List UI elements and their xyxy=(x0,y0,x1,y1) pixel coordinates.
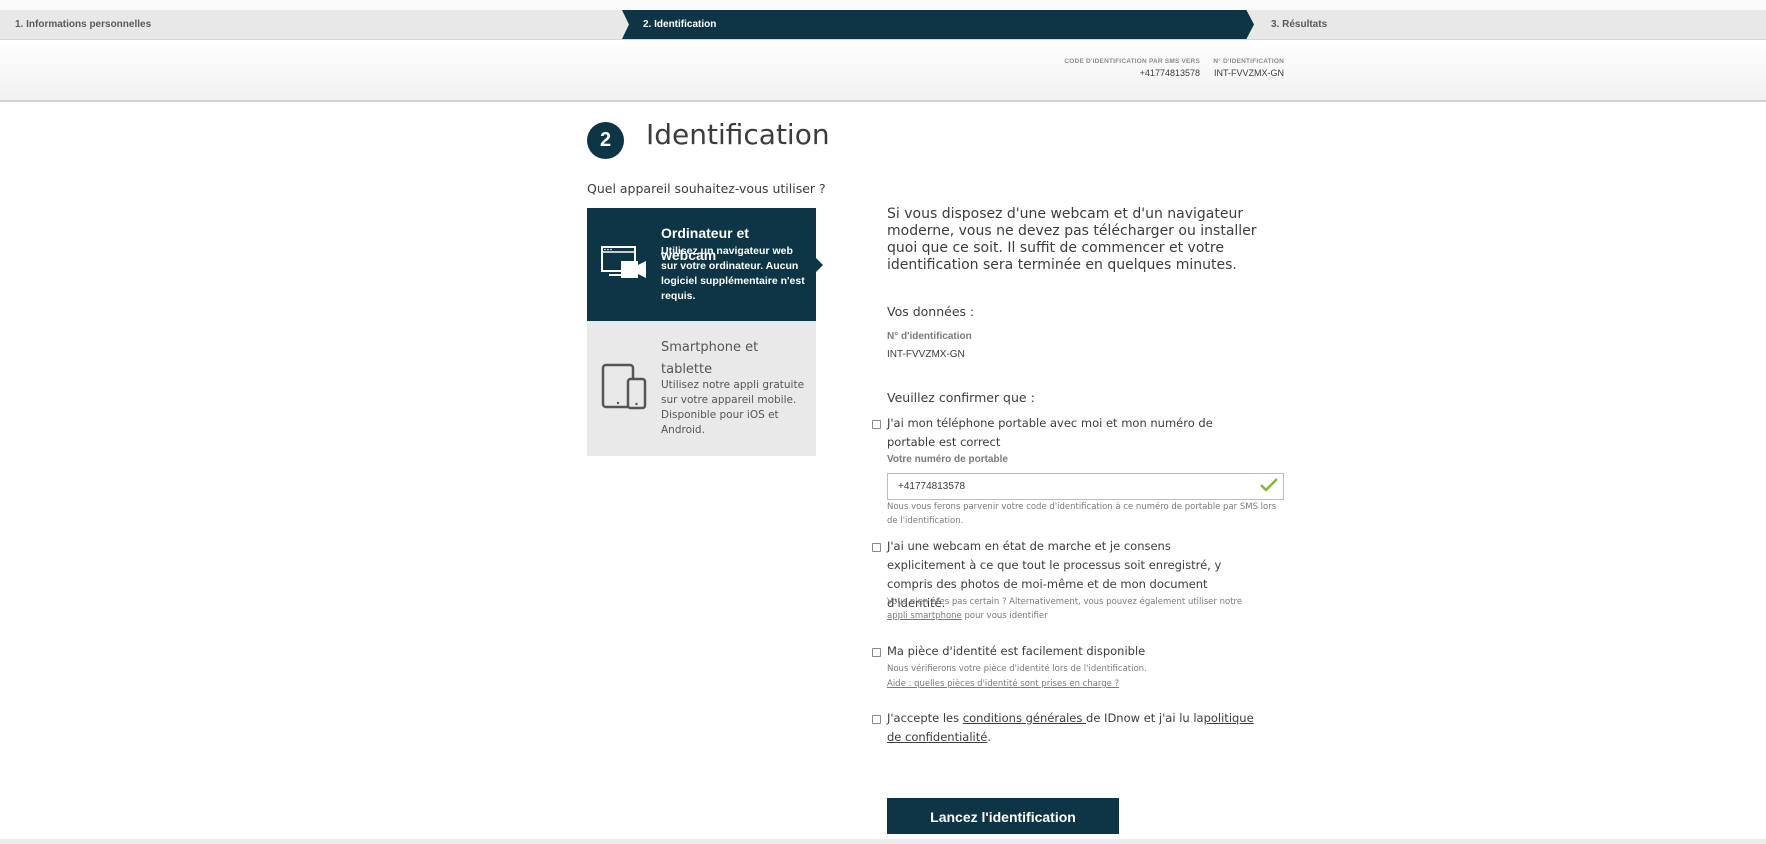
terms-conditions-link[interactable]: conditions générales xyxy=(963,711,1086,725)
webcam-note: Vous n'en êtes pas certain ? Alternative… xyxy=(887,595,1252,623)
idcard-checkbox[interactable] xyxy=(872,648,881,657)
valid-check-icon xyxy=(1259,477,1279,497)
intro-text: Si vous disposez d'une webcam et d'un na… xyxy=(887,206,1257,273)
step-number-badge: 2 xyxy=(587,122,624,159)
identification-number-info: N° D'IDENTIFICATION INT-FVVZMX-GN xyxy=(1213,58,1284,78)
data-id-value: INT-FVVZMX-GN xyxy=(887,349,965,360)
webcam-note-text: Vous n'en êtes pas certain ? Alternative… xyxy=(887,597,1243,607)
option-smartphone-tablet[interactable]: Smartphone et tablette Utilisez notre ap… xyxy=(587,321,816,456)
your-data-label: Vos données : xyxy=(887,304,975,319)
data-id-label: N° d'identification xyxy=(887,331,972,342)
phone-note: Nous vous ferons parvenir votre code d'i… xyxy=(887,502,1277,526)
sms-code-info: CODE D'IDENTIFICATION PAR SMS VERS +4177… xyxy=(1064,58,1200,78)
option-computer-desc: Utilisez un navigateur web sur votre ord… xyxy=(661,245,805,302)
option-smartphone-desc: Utilisez notre appli gratuite sur votre … xyxy=(661,379,805,436)
confirm-label: Veuillez confirmer que : xyxy=(887,390,1035,405)
step-identification-active: 2. Identification xyxy=(622,10,1254,39)
step-results: 3. Résultats xyxy=(1271,19,1328,30)
phone-field-label: Votre numéro de portable xyxy=(887,454,1008,465)
smartphone-app-link[interactable]: appli smartphone xyxy=(887,611,962,621)
idcard-checkbox-label: Ma pièce d'identité est facilement dispo… xyxy=(887,644,1146,658)
start-identification-button[interactable]: Lancez l'identification xyxy=(887,798,1119,834)
supported-ids-help-link[interactable]: Aide : quelles pièces d'identité sont pr… xyxy=(887,679,1119,689)
identification-number-value: INT-FVVZMX-GN xyxy=(1214,68,1284,78)
sms-code-number: +41774813578 xyxy=(1139,68,1200,78)
identification-number-label: N° D'IDENTIFICATION xyxy=(1213,58,1284,65)
phone-checkbox[interactable] xyxy=(872,420,881,429)
terms-text-middle: de IDnow et j'ai lu la xyxy=(1086,711,1204,725)
idcard-help: Aide : quelles pièces d'identité sont pr… xyxy=(887,677,1285,691)
terms-text-end: . xyxy=(987,730,991,744)
option-smartphone-title: Smartphone et tablette xyxy=(661,340,759,377)
page-title: Identification xyxy=(646,118,830,151)
tablet-phone-icon xyxy=(601,363,649,415)
top-strip xyxy=(0,0,1766,10)
step-personal-info: 1. Informations personnelles xyxy=(15,19,152,30)
option-computer-webcam[interactable]: Ordinateur et webcam Utilisez un navigat… xyxy=(587,208,823,321)
webcam-checkbox[interactable] xyxy=(872,543,881,552)
bottom-divider xyxy=(0,839,1766,844)
sms-code-label: CODE D'IDENTIFICATION PAR SMS VERS xyxy=(1064,58,1200,65)
webcam-note-end: pour vous identifier xyxy=(961,611,1048,621)
device-question: Quel appareil souhaitez-vous utiliser ? xyxy=(587,181,826,196)
terms-checkbox[interactable] xyxy=(872,715,881,724)
phone-number-input[interactable]: +41774813578 xyxy=(887,473,1284,500)
terms-checkbox-label: J'accepte les conditions générales de ID… xyxy=(887,709,1257,747)
monitor-webcam-icon xyxy=(601,246,647,284)
phone-checkbox-label: J'ai mon téléphone portable avec moi et … xyxy=(887,416,1213,449)
info-header: CODE D'IDENTIFICATION PAR SMS VERS +4177… xyxy=(0,40,1766,102)
idcard-note: Nous vérifierons votre pièce d'identité … xyxy=(887,664,1147,674)
terms-text-start: J'accepte les xyxy=(887,711,963,725)
progress-steps: 1. Informations personnelles 2. Identifi… xyxy=(0,10,1766,40)
